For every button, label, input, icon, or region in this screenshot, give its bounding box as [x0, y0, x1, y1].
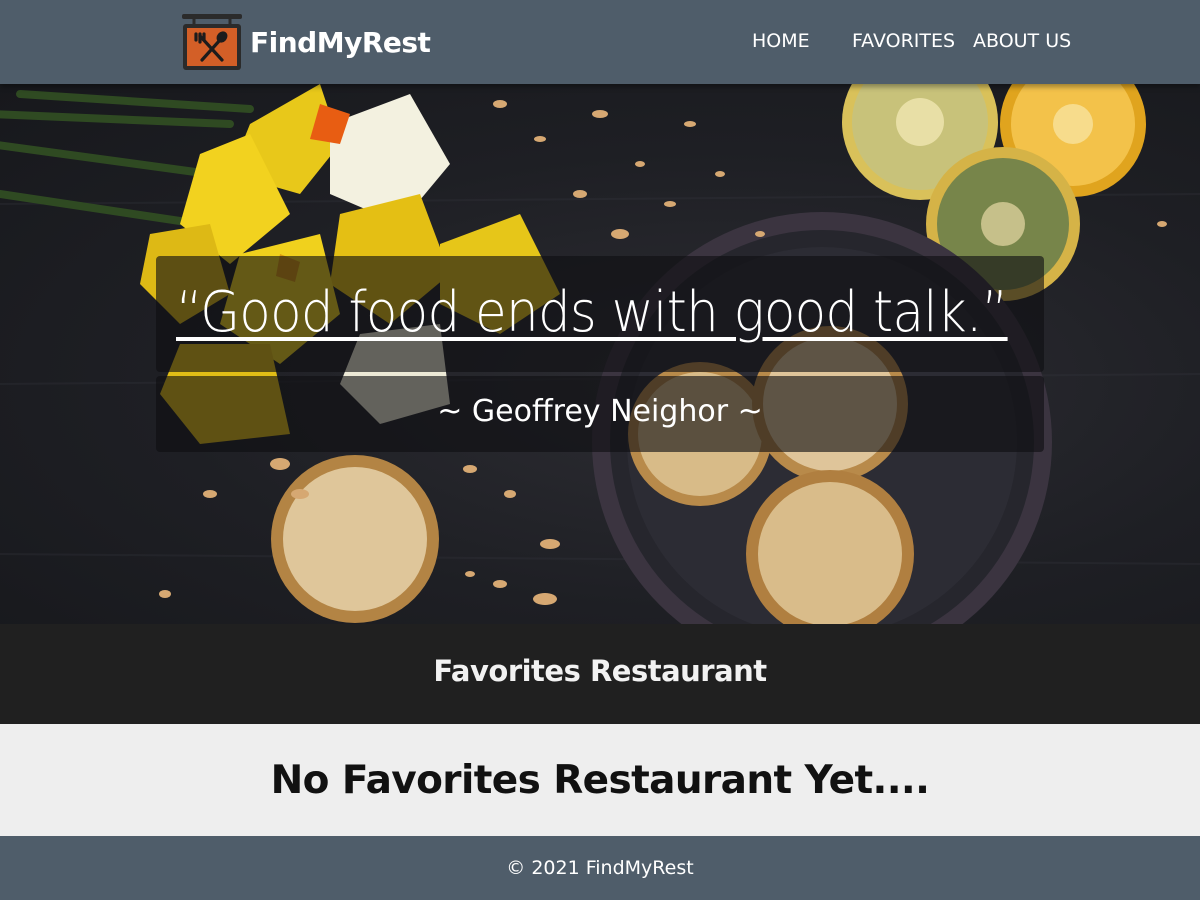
favorites-list-area: No Favorites Restaurant Yet.... — [0, 724, 1200, 836]
favorites-section-header: Favorites Restaurant — [0, 624, 1200, 724]
hero-banner: “Good food ends with good talk.” ~ Geoff… — [0, 84, 1200, 624]
empty-favorites-message: No Favorites Restaurant Yet.... — [270, 758, 930, 803]
nav-link-about-us[interactable]: ABOUT US — [973, 30, 1071, 52]
footer: © 2021 FindMyRest — [0, 836, 1200, 900]
fork-spoon-sign-icon — [182, 14, 242, 70]
hero-quote: “Good food ends with good talk.” — [176, 280, 1008, 345]
brand-name[interactable]: FindMyRest — [250, 26, 431, 59]
navbar: FindMyRest HOME FAVORITES ABOUT US — [0, 0, 1200, 84]
nav-link-home[interactable]: HOME — [752, 30, 810, 52]
section-title: Favorites Restaurant — [433, 654, 767, 688]
brand-logo-link[interactable]: FindMyRest — [180, 12, 431, 72]
hero-quote-author: ~ Geoffrey Neighor ~ — [437, 394, 763, 429]
nav-link-favorites[interactable]: FAVORITES — [852, 30, 955, 52]
footer-copyright: © 2021 FindMyRest — [506, 857, 694, 879]
